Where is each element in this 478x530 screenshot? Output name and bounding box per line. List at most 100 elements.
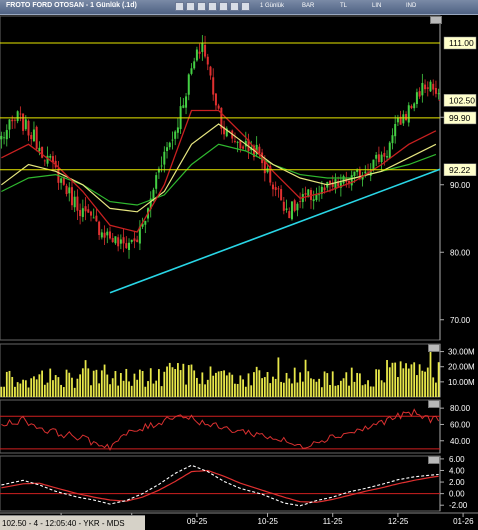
candle — [201, 35, 204, 61]
candle-body — [190, 68, 193, 74]
volume-bar — [193, 370, 196, 397]
volume-bar — [111, 378, 114, 397]
volume-bar — [71, 377, 73, 397]
volume-bar — [416, 375, 418, 397]
volume-bar — [65, 369, 68, 397]
panel-options-button[interactable] — [430, 16, 442, 24]
candle-body — [424, 84, 427, 90]
candle-body — [434, 87, 437, 94]
volume-bar — [27, 387, 30, 397]
candle-body — [233, 141, 236, 142]
price-box-value: 92.22 — [449, 165, 471, 175]
volume-bar — [380, 380, 383, 397]
candle-body — [187, 74, 190, 95]
candle-body — [312, 199, 315, 202]
last-price-label: 102.50 — [443, 94, 477, 107]
candle-body — [117, 237, 120, 247]
volume-bar — [95, 369, 98, 397]
toolbar-tl[interactable]: TL — [340, 3, 347, 9]
candle-body — [293, 200, 296, 211]
toolbar-icon[interactable] — [197, 2, 206, 11]
x-tick-label: 12-25 — [388, 517, 409, 526]
candle-body — [402, 114, 405, 124]
volume-bar — [424, 371, 426, 397]
volume-bar — [49, 368, 52, 397]
candle-body — [92, 217, 95, 219]
candle — [271, 181, 274, 197]
volume-bar — [299, 372, 302, 397]
volume-bar — [399, 361, 402, 397]
panel-options-button[interactable] — [428, 344, 440, 352]
candle-body — [296, 203, 299, 211]
toolbar-lin[interactable]: LIN — [372, 3, 381, 9]
volume-bar — [348, 385, 350, 397]
candle-body — [375, 154, 378, 159]
candle — [149, 191, 152, 218]
candle — [157, 166, 160, 179]
volume-bar — [353, 381, 356, 397]
toolbar-ind[interactable]: IND — [406, 3, 416, 9]
candle — [136, 235, 139, 243]
candle-body — [111, 237, 114, 242]
candle-body — [81, 208, 84, 217]
volume-bar — [87, 368, 90, 397]
volume-bar — [426, 367, 429, 397]
candle-body — [386, 156, 389, 158]
volume-bar — [247, 373, 250, 397]
candle — [138, 220, 141, 251]
candle — [179, 97, 182, 134]
toolbar-icon[interactable] — [208, 2, 217, 11]
toolbar-icon[interactable] — [241, 2, 250, 11]
candle — [100, 229, 103, 240]
candle — [220, 107, 223, 135]
volume-bar — [41, 370, 43, 397]
volume-bar — [375, 369, 378, 397]
volume-bar — [386, 360, 388, 397]
volume-bar — [182, 363, 185, 397]
volume-bar — [437, 362, 440, 397]
candle-body — [285, 208, 288, 210]
candle-body — [3, 137, 6, 139]
volume-bar — [19, 383, 22, 397]
volume-bar — [52, 380, 54, 397]
price-panel: 70.0080.0090.00100.00111.00102.5099.9092… — [0, 15, 477, 341]
candle — [415, 88, 418, 108]
volume-bar — [407, 368, 410, 397]
candle-body — [383, 152, 386, 157]
candle-body — [204, 44, 207, 57]
panel-options-button[interactable] — [428, 456, 440, 464]
candle — [30, 132, 33, 146]
candle — [19, 106, 22, 122]
candle — [5, 124, 8, 147]
candle — [117, 234, 120, 252]
candle — [421, 73, 424, 103]
price-tick-label: 90.00 — [450, 181, 471, 190]
volume-bar — [60, 384, 63, 397]
toolbar-bar[interactable]: BAR — [302, 3, 314, 9]
candle-body — [73, 196, 76, 208]
toolbar-icon[interactable] — [175, 2, 184, 11]
toolbar-icon[interactable] — [219, 2, 228, 11]
volume-bar — [350, 367, 353, 397]
candle — [185, 92, 188, 115]
window-title: FROTO FORD OTOSAN - 1 Günlük (.1d) — [6, 2, 137, 9]
candle — [171, 131, 174, 150]
candle-body — [65, 185, 68, 195]
chart-canvas[interactable]: 70.0080.0090.00100.00111.00102.5099.9092… — [0, 0, 478, 530]
candle-body — [394, 123, 397, 137]
volume-bar — [160, 386, 163, 397]
toolbar-icon[interactable] — [186, 2, 195, 11]
candle-body — [114, 236, 117, 244]
level-111-label: 111.00 — [443, 36, 477, 50]
volume-bar — [109, 384, 111, 397]
toolbar-icon[interactable] — [230, 2, 239, 11]
candle — [274, 181, 277, 197]
candle — [437, 88, 440, 100]
candle — [429, 79, 432, 92]
candle-body — [5, 130, 8, 140]
toolbar-period[interactable]: 1 Günlük — [260, 3, 284, 9]
candle-body — [282, 201, 285, 211]
panel-options-button[interactable] — [428, 400, 440, 408]
candle-body — [413, 103, 416, 109]
candle — [187, 73, 190, 101]
